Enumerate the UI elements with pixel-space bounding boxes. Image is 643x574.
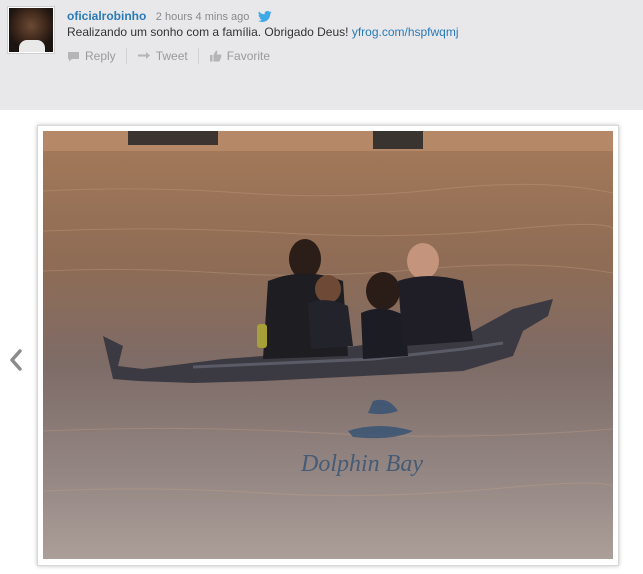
tweet-timestamp[interactable]: 2 hours 4 mins ago xyxy=(156,11,250,23)
twitter-bird-icon xyxy=(257,11,272,22)
retweet-button[interactable]: Tweet xyxy=(137,49,198,63)
action-divider xyxy=(197,48,199,64)
retweet-label: Tweet xyxy=(155,49,188,63)
reply-icon xyxy=(68,51,79,61)
tweet-meta: oficialrobinho 2 hours 4 mins ago xyxy=(67,7,272,23)
retweet-icon xyxy=(137,51,150,59)
reply-label: Reply xyxy=(85,49,116,63)
favorite-button[interactable]: Favorite xyxy=(209,49,280,63)
previous-photo-button[interactable] xyxy=(7,347,25,373)
thumbs-up-icon xyxy=(209,50,222,62)
tweet-photo[interactable]: Dolphin Bay xyxy=(43,131,613,559)
watermark-text: Dolphin Bay xyxy=(300,451,423,477)
chevron-left-icon xyxy=(10,349,22,371)
tweet-body: Realizando um sonho com a família. Obrig… xyxy=(67,25,352,39)
reply-button[interactable]: Reply xyxy=(67,49,126,63)
favorite-label: Favorite xyxy=(226,49,271,63)
tweet-text: Realizando um sonho com a família. Obrig… xyxy=(67,25,459,39)
tweet-photo-link[interactable]: yfrog.com/hspfwqmj xyxy=(352,25,459,39)
avatar[interactable] xyxy=(7,6,55,54)
action-divider xyxy=(125,48,127,64)
tweet-header: oficialrobinho 2 hours 4 mins ago Realiz… xyxy=(0,0,643,110)
avatar-image xyxy=(9,8,53,52)
username-link[interactable]: oficialrobinho xyxy=(67,9,146,23)
tweet-actions: Reply Tweet Favorite xyxy=(67,48,280,64)
